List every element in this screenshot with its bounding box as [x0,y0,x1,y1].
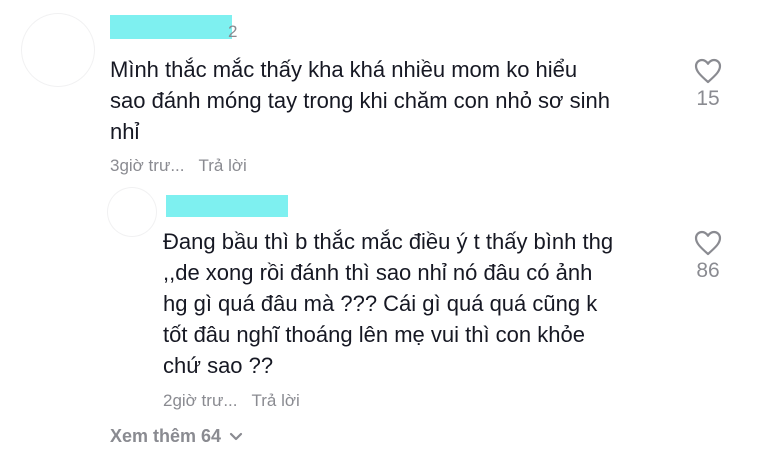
like-count: 15 [696,87,720,110]
username-redaction [110,15,232,39]
like-count: 86 [696,259,720,282]
username-tail: 2 [228,22,238,40]
comment-text: Đang bầu thì b thắc mắc điều ý t thấy bì… [163,229,614,378]
view-more-label: Xem thêm 64 [110,426,222,446]
comment-meta: 2giờ trư... Trả lời [163,391,300,411]
avatar[interactable] [108,188,156,236]
view-more-replies-button[interactable]: Xem thêm 64 [110,426,243,447]
avatar[interactable] [22,14,94,86]
heart-outline-icon [694,58,722,84]
chevron-down-icon [229,432,243,440]
comment-time: 2giờ trư... [163,391,238,410]
comment-text: Mình thắc mắc thấy kha khá nhiều mom ko … [110,57,610,144]
like-button[interactable]: 86 [688,230,728,283]
reply-button[interactable]: Trả lời [252,391,300,410]
reply-button[interactable]: Trả lời [199,156,247,175]
username-tail [284,200,294,214]
comment-meta: 3giờ trư... Trả lời [110,156,247,176]
like-button[interactable]: 15 [688,58,728,111]
comment-time: 3giờ trư... [110,156,185,175]
username-redaction [166,195,288,217]
heart-outline-icon [694,230,722,256]
